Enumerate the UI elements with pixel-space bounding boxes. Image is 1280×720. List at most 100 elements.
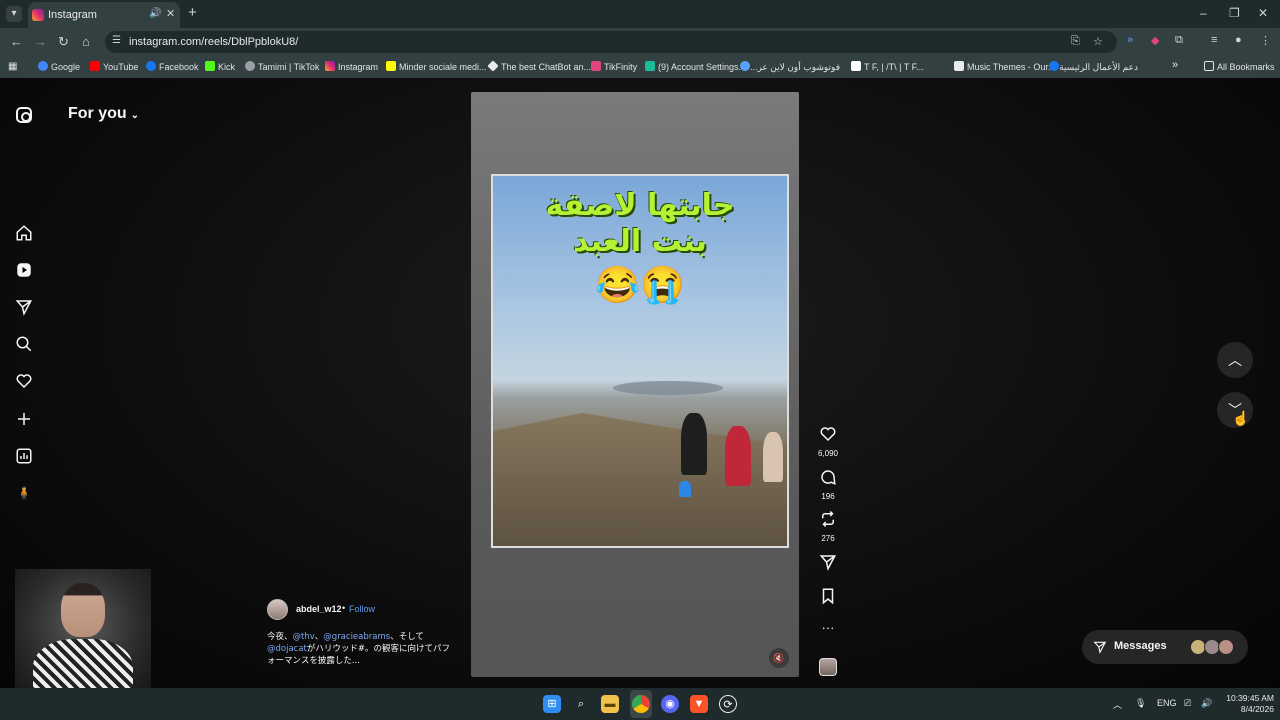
heart-icon[interactable]	[15, 372, 33, 390]
bookmark-tiktok[interactable]: Tamimi | TikTok	[245, 61, 319, 72]
audio-thumbnail[interactable]	[819, 658, 837, 676]
site-info-icon[interactable]: ☰	[112, 35, 121, 46]
mute-icon[interactable]: 🔇	[769, 648, 789, 668]
bookmark-label: دعم الأعمال الرئيسية	[1059, 62, 1138, 72]
bookmark-google[interactable]: Google	[38, 61, 80, 72]
language-indicator[interactable]: ENG	[1157, 698, 1177, 708]
new-tab-button[interactable]: +	[188, 4, 197, 21]
microphone-icon[interactable]: 🎙	[1135, 698, 1146, 709]
feed-selector-label: For you	[68, 105, 127, 122]
bookmark-photoshop[interactable]: فوتوشوب أون لاين عر...	[739, 61, 840, 73]
minimize-icon[interactable]: –	[1200, 6, 1207, 20]
discord-icon[interactable]: ◉	[661, 695, 679, 713]
bookmark-kick[interactable]: Kick	[205, 61, 235, 72]
direct-send-icon[interactable]	[15, 298, 33, 316]
home-button[interactable]: ⌂	[82, 34, 90, 49]
volume-icon[interactable]: 🔊	[1201, 698, 1212, 709]
tab-audio-icon[interactable]: 🔊	[149, 8, 161, 19]
more-bookmarks-icon[interactable]: »	[1172, 59, 1178, 71]
extension-icon[interactable]: »	[1127, 34, 1133, 46]
app-icon[interactable]: ⟳	[719, 695, 737, 713]
file-explorer-icon[interactable]: ▬	[601, 695, 619, 713]
back-button[interactable]: ←	[10, 34, 23, 49]
reel-emoji: 😂😭	[595, 264, 685, 305]
follow-button[interactable]: Follow	[349, 604, 375, 614]
windows-start-icon[interactable]: ⊞	[543, 695, 561, 713]
mention-link[interactable]: @gracieabrams	[323, 632, 390, 642]
bookmark-minder[interactable]: Minder sociale medi...	[386, 61, 487, 72]
forward-button[interactable]: →	[34, 34, 47, 49]
author-avatar[interactable]	[267, 599, 288, 620]
google-icon	[38, 61, 48, 71]
instagram-icon	[325, 61, 335, 71]
url-text[interactable]: instagram.com/reels/DblPpblokU8/	[129, 36, 298, 48]
close-window-icon[interactable]: ✕	[1258, 6, 1268, 20]
install-app-icon[interactable]: ⎘	[1071, 35, 1080, 48]
mention-link[interactable]: @thv	[293, 632, 315, 642]
profile-avatar-icon[interactable]: 🧍	[15, 484, 33, 502]
tab-search-button[interactable]: ▾	[6, 6, 22, 22]
bookmark-meta-business[interactable]: دعم الأعمال الرئيسية	[1049, 61, 1138, 73]
network-icon[interactable]: ⎚	[1184, 698, 1191, 709]
restore-icon[interactable]: ❐	[1229, 6, 1240, 20]
webcam-overlay	[15, 569, 151, 707]
bookmark-tikfinity[interactable]: TikFinity	[591, 61, 637, 72]
bookmark-chatbot[interactable]: The best ChatBot an...	[487, 60, 591, 72]
clock-date: 8/4/2026	[1240, 704, 1274, 714]
extension-shield-icon[interactable]: ◆	[1151, 34, 1159, 47]
globe-icon	[245, 61, 255, 71]
mention-link[interactable]: @dojacat	[267, 644, 307, 654]
repost-icon	[822, 510, 834, 528]
messages-label: Messages	[1114, 640, 1167, 652]
bookmark-instagram[interactable]: Instagram	[325, 61, 378, 72]
dashboard-icon[interactable]	[15, 447, 33, 465]
bookmark-music-themes[interactable]: Music Themes - Our...	[954, 61, 1055, 72]
bookmark-star-icon[interactable]: ☆	[1093, 35, 1103, 48]
previous-reel-button[interactable]: ︿	[1217, 342, 1253, 378]
repost-button[interactable]: 276	[812, 510, 844, 543]
search-icon[interactable]	[15, 335, 33, 353]
bookmark-label: Facebook	[159, 62, 199, 72]
like-button[interactable]: 6,090	[812, 425, 844, 458]
bookmark-youtube[interactable]: YouTube	[90, 61, 138, 72]
x-icon	[851, 61, 861, 71]
extensions-puzzle-icon[interactable]: ⧉	[1175, 34, 1183, 47]
browser-menu-icon[interactable]: ⋮	[1260, 34, 1271, 47]
all-bookmarks-folder[interactable]: All Bookmarks	[1204, 61, 1275, 72]
more-options-icon[interactable]: ···	[812, 621, 844, 635]
apps-grid-icon[interactable]: ▦	[8, 61, 17, 72]
bookmark-account-settings[interactable]: (9) Account Settings...	[645, 61, 746, 72]
feed-selector[interactable]: For you ⌄	[68, 105, 139, 123]
reel-player[interactable]: جابتها لاصقة بنت العبد 😂😭 🔇	[471, 92, 799, 677]
comment-button[interactable]: 196	[812, 468, 844, 501]
webcam-head	[61, 583, 105, 637]
share-button[interactable]	[812, 553, 844, 576]
reel-video[interactable]: جابتها لاصقة بنت العبد 😂😭	[491, 174, 789, 548]
messages-button[interactable]: Messages	[1082, 630, 1248, 664]
tab-groups-icon[interactable]: ≡	[1211, 34, 1217, 46]
tab-close-icon[interactable]: ✕	[166, 7, 175, 20]
system-clock[interactable]: 10:39:45 AM 8/4/2026	[1220, 693, 1274, 715]
save-button[interactable]	[812, 587, 844, 610]
address-bar[interactable]: ☰ instagram.com/reels/DblPpblokU8/ ⎘ ☆	[105, 31, 1117, 53]
reels-icon[interactable]	[15, 261, 33, 279]
brave-icon[interactable]: ▼	[690, 695, 708, 713]
reel-description[interactable]: 今夜、@thv、@gracieabrams、そして@dojacatがハリウッド#…	[267, 631, 457, 667]
bookmark-icon	[822, 588, 834, 605]
create-plus-icon[interactable]	[15, 410, 33, 428]
profile-avatar-icon[interactable]: ●	[1235, 34, 1242, 46]
search-icon[interactable]: ⌕	[572, 695, 590, 713]
all-bookmarks-label: All Bookmarks	[1217, 62, 1275, 72]
person-figure	[681, 413, 707, 475]
home-icon[interactable]	[15, 224, 33, 242]
bookmark-label: Instagram	[338, 62, 379, 72]
tray-chevron-up-icon[interactable]: ︿	[1113, 698, 1122, 711]
instagram-logo-icon[interactable]	[16, 107, 32, 123]
kick-icon	[205, 61, 215, 71]
bookmark-x[interactable]: T F, | /T\ | T F...	[851, 61, 924, 72]
chrome-icon[interactable]	[632, 695, 650, 713]
author-username[interactable]: abdel_w12	[296, 604, 342, 614]
reload-button[interactable]: ↻	[58, 34, 69, 50]
bookmark-facebook[interactable]: Facebook	[146, 61, 199, 72]
tab-instagram[interactable]: Instagram 🔊 ✕	[28, 2, 180, 28]
